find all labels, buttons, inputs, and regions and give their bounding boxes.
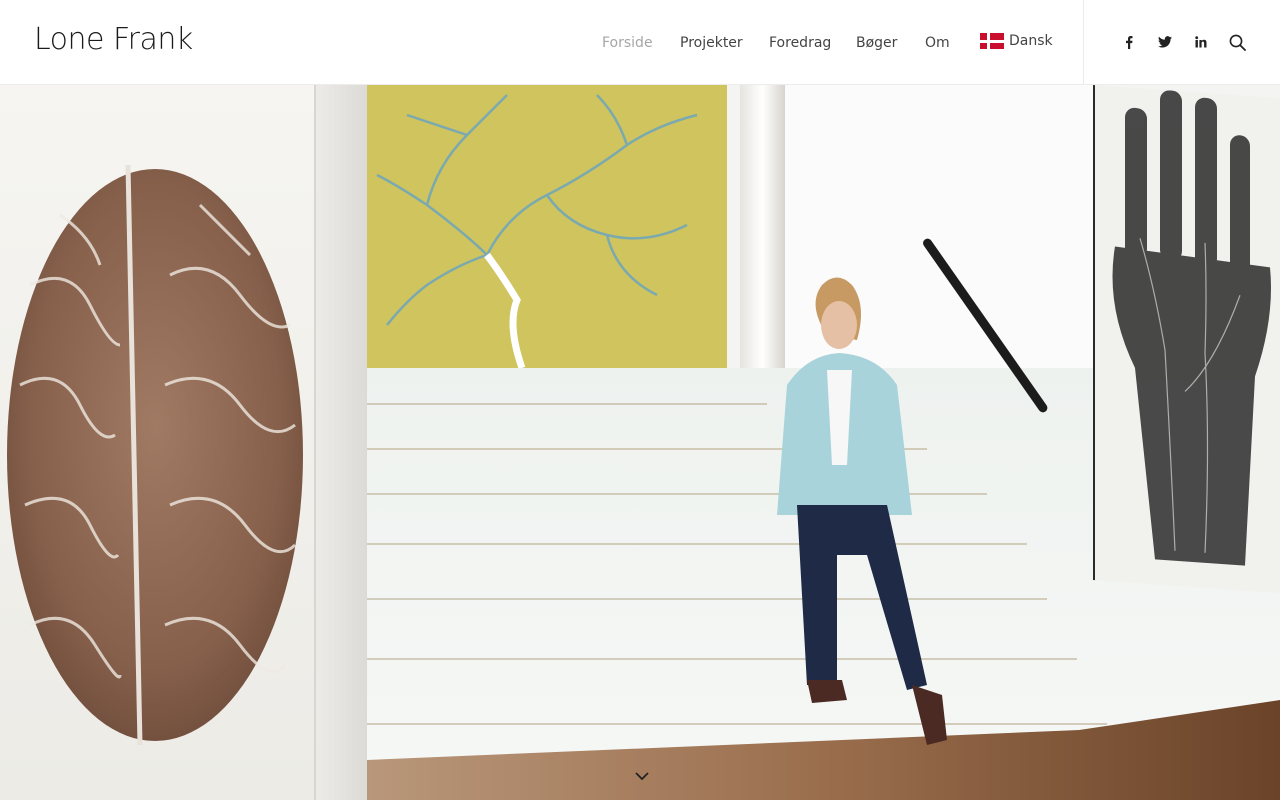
site-header: Lone Frank Forside Projekter Foredrag Bø… — [0, 0, 1280, 85]
nav-item-om[interactable]: Om — [925, 35, 950, 51]
denmark-flag-icon — [980, 33, 1004, 49]
language-label: Dansk — [1009, 33, 1053, 49]
facebook-icon[interactable] — [1120, 33, 1138, 51]
twitter-icon[interactable] — [1156, 33, 1174, 51]
search-icon[interactable] — [1228, 33, 1246, 51]
header-divider — [1083, 0, 1084, 85]
linkedin-icon[interactable] — [1192, 33, 1210, 51]
nav-item-boger[interactable]: Bøger — [856, 35, 897, 51]
nav-item-foredrag[interactable]: Foredrag — [769, 35, 831, 51]
hero-image — [0, 85, 1280, 800]
nav-item-forside[interactable]: Forside — [602, 35, 653, 51]
language-switcher[interactable]: Dansk — [980, 33, 1053, 49]
site-title[interactable]: Lone Frank — [34, 22, 193, 57]
scroll-down-button[interactable] — [632, 766, 652, 786]
chevron-down-icon — [635, 772, 649, 780]
brain-artwork — [0, 85, 316, 800]
person-figure — [777, 277, 947, 745]
nav-item-projekter[interactable]: Projekter — [680, 35, 743, 51]
